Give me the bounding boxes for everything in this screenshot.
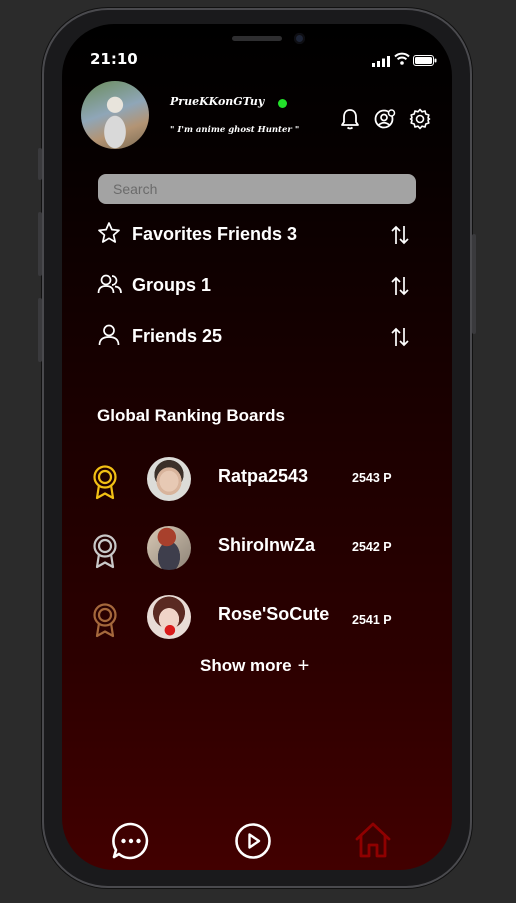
silver-medal-icon [92, 534, 118, 574]
battery-icon [413, 51, 437, 70]
player-name: ShiroInwZa [218, 535, 316, 555]
front-camera [294, 33, 305, 44]
mute-switch [38, 148, 42, 180]
sort-icon[interactable] [390, 275, 410, 301]
plus-icon: + [297, 654, 310, 677]
player-avatar[interactable] [147, 526, 191, 570]
star-icon [97, 221, 121, 249]
bell-icon[interactable] [339, 108, 361, 130]
power-button [472, 234, 476, 334]
user-icon [97, 323, 121, 351]
player-name: Rose'SoCute [218, 604, 330, 624]
signal-icon [372, 52, 390, 71]
sort-icon[interactable] [390, 326, 410, 352]
sort-icon[interactable] [390, 224, 410, 250]
online-status-dot [278, 99, 287, 108]
list-favorites-friends[interactable]: Favorites Friends 3 [132, 224, 297, 245]
ranking-title: Global Ranking Boards [97, 406, 285, 425]
search-input[interactable] [98, 174, 416, 204]
status-time: 21:10 [90, 50, 138, 68]
profile-username: PrueKKonGTuy [170, 95, 265, 108]
users-icon [97, 273, 123, 301]
app-screen [62, 24, 452, 870]
speaker-grille [232, 36, 282, 41]
account-settings-icon[interactable] [374, 108, 396, 130]
wifi-icon [394, 50, 410, 69]
player-avatar[interactable] [147, 595, 191, 639]
list-friends[interactable]: Friends 25 [132, 326, 222, 347]
player-points: 2541 P [352, 613, 392, 627]
profile-bio: " I'm anime ghost Hunter " [170, 125, 300, 135]
bronze-medal-icon [92, 603, 118, 643]
chat-icon[interactable] [111, 821, 151, 861]
player-avatar[interactable] [147, 457, 191, 501]
list-groups[interactable]: Groups 1 [132, 275, 211, 296]
home-icon[interactable] [353, 820, 393, 860]
gold-medal-icon [92, 465, 118, 505]
player-name: Ratpa2543 [218, 466, 309, 486]
volume-down-button [38, 298, 42, 362]
play-icon[interactable] [233, 821, 273, 861]
gear-icon[interactable] [409, 108, 431, 130]
volume-up-button [38, 212, 42, 276]
show-more-label: Show more [200, 656, 292, 675]
player-points: 2543 P [352, 471, 392, 485]
show-more-button[interactable]: Show more + [200, 656, 309, 676]
player-points: 2542 P [352, 540, 392, 554]
profile-avatar[interactable] [81, 81, 149, 149]
